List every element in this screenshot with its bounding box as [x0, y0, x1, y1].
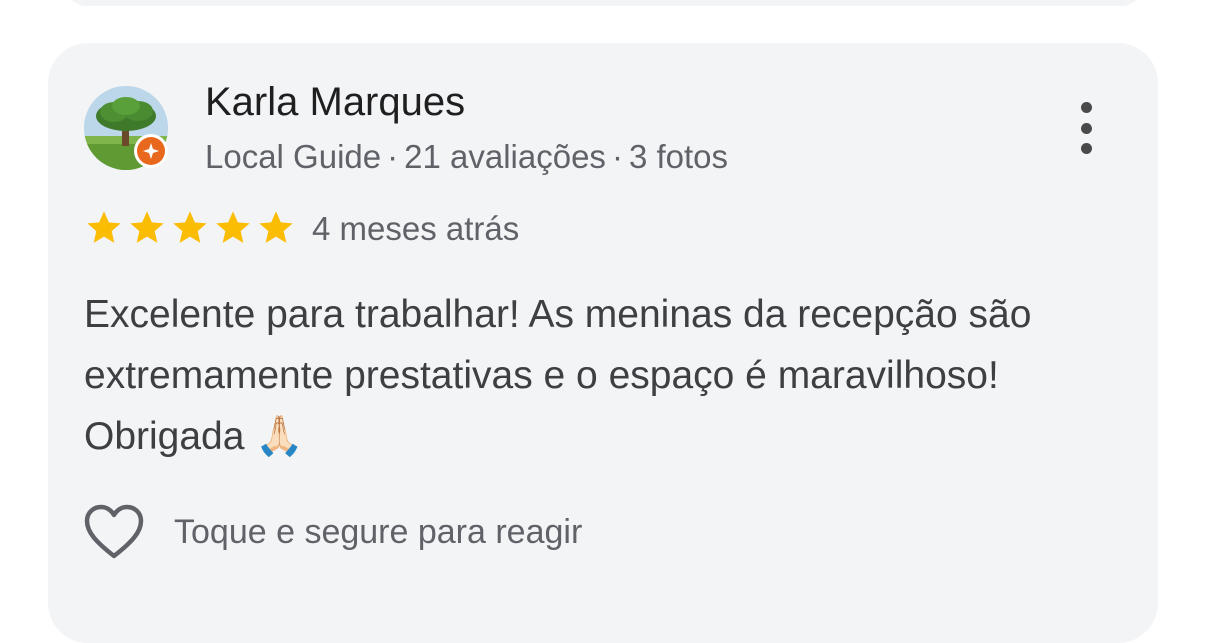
meta-separator: ·	[611, 138, 623, 175]
star-icon	[173, 211, 207, 243]
reviews-count: 21 avaliações	[404, 138, 606, 175]
star-icon	[259, 211, 293, 243]
praying-hands-emoji: 🙏🏻	[255, 414, 304, 459]
photos-count: 3 fotos	[628, 138, 729, 175]
more-vert-icon[interactable]	[1066, 98, 1106, 158]
local-guide-badge-icon	[134, 134, 168, 168]
review-text: Excelente para trabalhar! As meninas da …	[84, 284, 1124, 467]
author-meta: Local Guide · 21 avaliações · 3 fotos	[205, 137, 728, 177]
review-body: Excelente para trabalhar! As meninas da …	[84, 293, 1032, 458]
star-icon	[216, 211, 250, 243]
star-icon	[130, 211, 164, 243]
react-button[interactable]: Toque e segure para reagir	[84, 504, 582, 560]
author-name[interactable]: Karla Marques	[205, 78, 465, 126]
star-rating	[84, 208, 296, 248]
star-icon	[87, 211, 121, 243]
heart-outline-icon	[84, 504, 144, 559]
author-level: Local Guide	[205, 138, 382, 175]
previous-review-card	[64, 0, 1144, 6]
review-time-ago: 4 meses atrás	[312, 210, 520, 247]
react-label: Toque e segure para reagir	[174, 512, 583, 551]
meta-separator: ·	[387, 138, 399, 175]
